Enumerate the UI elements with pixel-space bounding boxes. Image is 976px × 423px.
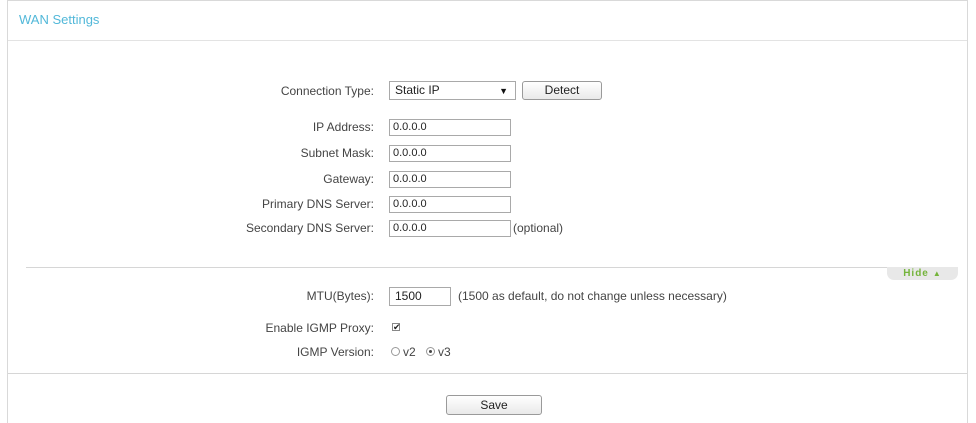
section-divider	[26, 267, 945, 268]
hide-advanced-toggle[interactable]: Hide ▲	[887, 267, 958, 280]
hide-label: Hide	[903, 268, 929, 279]
ip-address-label: IP Address:	[312, 120, 374, 134]
connection-type-value: Static IP	[395, 83, 440, 97]
connection-type-select[interactable]: Static IP ▼	[389, 81, 516, 100]
chevron-down-icon: ▼	[499, 86, 508, 96]
secondary-dns-field[interactable]: 0.0.0.0	[389, 220, 511, 237]
wan-settings-panel: WAN Settings Connection Type: Static IP …	[7, 0, 968, 423]
igmp-proxy-label: Enable IGMP Proxy:	[265, 321, 375, 335]
chevron-up-icon: ▲	[932, 269, 942, 278]
gateway-label: Gateway:	[323, 172, 374, 186]
secondary-dns-label: Secondary DNS Server:	[245, 221, 374, 235]
primary-dns-label: Primary DNS Server:	[261, 197, 374, 211]
subnet-mask-field[interactable]: 0.0.0.0	[389, 145, 511, 162]
gateway-field[interactable]: 0.0.0.0	[389, 171, 511, 188]
mtu-field[interactable]: 1500	[389, 287, 451, 306]
igmp-version-label: IGMP Version:	[296, 345, 374, 359]
mtu-note: (1500 as default, do not change unless n…	[458, 289, 727, 303]
subnet-mask-label: Subnet Mask:	[300, 146, 374, 160]
primary-dns-field[interactable]: 0.0.0.0	[389, 196, 511, 213]
igmp-proxy-checkbox[interactable]: ✔	[392, 323, 401, 332]
igmp-v2-label: v2	[403, 345, 416, 359]
panel-title: WAN Settings	[19, 12, 100, 27]
detect-button[interactable]: Detect	[522, 81, 602, 100]
mtu-label: MTU(Bytes):	[306, 289, 374, 303]
title-divider	[8, 40, 967, 41]
connection-type-label: Connection Type:	[280, 84, 374, 98]
optional-note: (optional)	[513, 221, 564, 235]
igmp-v2-radio[interactable]	[391, 347, 400, 356]
bottom-divider	[8, 373, 967, 374]
igmp-v3-radio[interactable]	[426, 347, 435, 356]
ip-address-field[interactable]: 0.0.0.0	[389, 119, 511, 136]
igmp-v3-label: v3	[438, 345, 451, 359]
save-button[interactable]: Save	[446, 395, 542, 415]
